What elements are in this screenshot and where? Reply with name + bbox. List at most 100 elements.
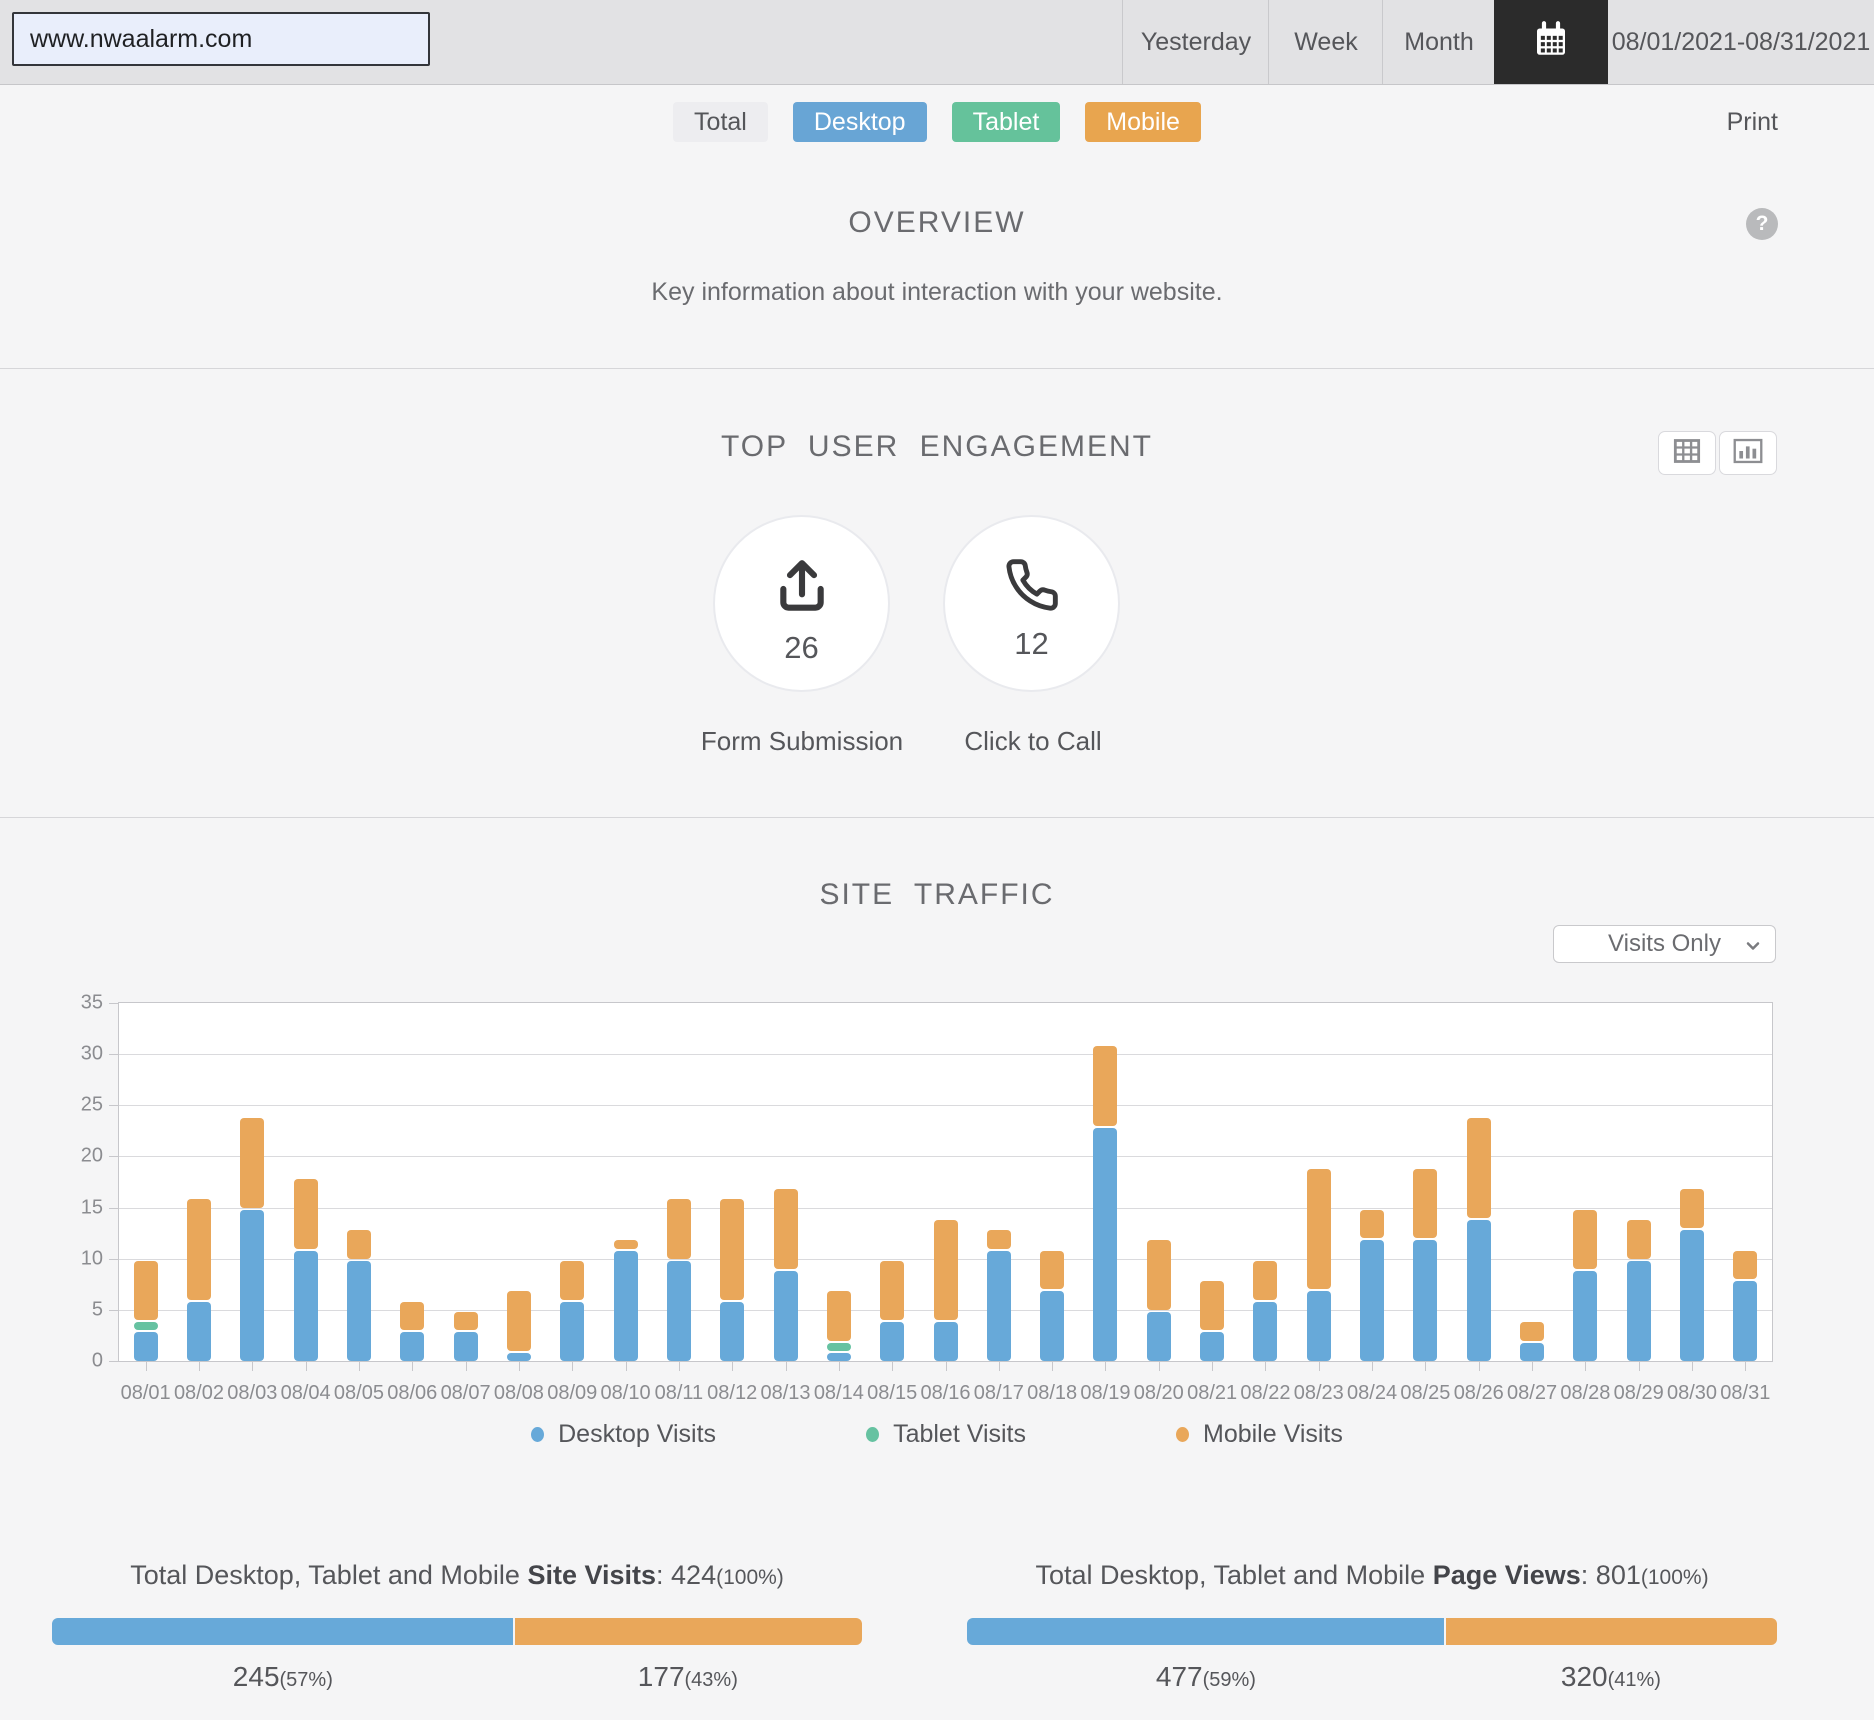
bar-chart-icon bbox=[1733, 438, 1763, 469]
visits-only-label: Visits Only bbox=[1608, 930, 1721, 957]
bar-segment bbox=[1200, 1332, 1225, 1361]
bar-segment bbox=[346, 1260, 371, 1361]
x-axis-tick bbox=[785, 1362, 787, 1371]
bar-segment bbox=[1253, 1260, 1278, 1300]
bar-segment bbox=[1253, 1301, 1278, 1361]
tab-month[interactable]: Month bbox=[1382, 0, 1495, 84]
x-axis-label: 08/27 bbox=[1507, 1382, 1558, 1404]
upload-icon bbox=[770, 553, 834, 622]
x-axis-tick bbox=[1478, 1362, 1480, 1371]
x-axis-label: 08/11 bbox=[654, 1382, 704, 1404]
summary-bar-segment bbox=[1445, 1618, 1777, 1645]
table-view-button[interactable] bbox=[1658, 431, 1716, 475]
bar-segment bbox=[1040, 1250, 1065, 1290]
x-axis-label: 08/15 bbox=[867, 1382, 918, 1404]
bar-segment bbox=[1093, 1045, 1118, 1126]
bar-segment bbox=[1573, 1270, 1598, 1361]
bar-segment bbox=[1306, 1291, 1331, 1361]
phone-icon bbox=[1004, 557, 1060, 618]
x-axis-tick bbox=[1318, 1362, 1320, 1371]
x-axis-tick bbox=[1052, 1362, 1054, 1371]
x-axis-label: 08/14 bbox=[813, 1382, 864, 1404]
x-axis-label: 08/17 bbox=[973, 1382, 1024, 1404]
gridline bbox=[119, 1105, 1772, 1107]
bar-segment bbox=[133, 1332, 158, 1361]
tab-week[interactable]: Week bbox=[1268, 0, 1383, 84]
bar-segment bbox=[1413, 1240, 1438, 1361]
click-to-call-label: Click to Call bbox=[964, 726, 1102, 756]
site-traffic-chart: 0 5 10 15 20 25 30 35 08/01 08/02 08/03 08/04 08/05 0… bbox=[81, 992, 1773, 1404]
overview-title: OVERVIEW bbox=[848, 206, 1026, 239]
calendar-button[interactable] bbox=[1494, 0, 1608, 84]
x-axis-label: 08/05 bbox=[333, 1382, 384, 1404]
bar-segment bbox=[240, 1209, 265, 1361]
y-axis-tick bbox=[109, 1003, 119, 1004]
bar-segment bbox=[1680, 1189, 1705, 1229]
legend-tablet-visits[interactable]: Tablet Visits bbox=[866, 1420, 1026, 1449]
y-axis-label: 10 bbox=[80, 1247, 103, 1270]
x-axis-label: 08/28 bbox=[1560, 1382, 1611, 1404]
x-axis-label: 08/23 bbox=[1293, 1382, 1344, 1404]
bar-segment bbox=[1360, 1240, 1385, 1361]
top-bar: Yesterday Week Month 08/01/2021-08/31/20… bbox=[0, 0, 1874, 85]
bar-segment bbox=[1306, 1168, 1331, 1290]
bar-segment bbox=[826, 1342, 851, 1351]
x-axis-tick bbox=[252, 1362, 254, 1371]
bar-segment bbox=[1573, 1209, 1598, 1269]
x-axis-label: 08/16 bbox=[920, 1382, 971, 1404]
url-input[interactable] bbox=[12, 12, 430, 66]
x-axis-label: 08/30 bbox=[1666, 1382, 1718, 1404]
x-axis-tick bbox=[198, 1362, 200, 1371]
site-visits-summary-bar bbox=[52, 1618, 862, 1645]
x-axis-tick bbox=[358, 1362, 360, 1371]
bar-segment bbox=[1626, 1219, 1651, 1259]
bar-segment bbox=[1520, 1322, 1545, 1341]
bar-segment bbox=[1040, 1291, 1065, 1361]
y-axis-label: 30 bbox=[80, 1042, 103, 1065]
gridline bbox=[119, 1207, 1772, 1209]
bar-segment bbox=[1680, 1230, 1705, 1361]
bar-segment bbox=[1733, 1281, 1758, 1361]
x-axis-label: 08/12 bbox=[707, 1382, 758, 1404]
bar-segment bbox=[1466, 1117, 1491, 1218]
bar-segment bbox=[1626, 1260, 1651, 1361]
visits-only-dropdown[interactable]: Visits Only bbox=[1553, 925, 1776, 963]
click-to-call-value: 12 bbox=[1014, 626, 1049, 661]
x-axis-tick bbox=[1638, 1362, 1640, 1371]
bar-segment bbox=[773, 1270, 798, 1361]
gridline bbox=[119, 1156, 1772, 1158]
bar-segment bbox=[880, 1260, 905, 1321]
tab-yesterday[interactable]: Yesterday bbox=[1122, 0, 1269, 84]
filter-tablet-button[interactable]: Tablet bbox=[951, 102, 1061, 142]
summary-bar-segment bbox=[52, 1618, 513, 1645]
help-icon[interactable]: ? bbox=[1746, 208, 1778, 240]
print-button[interactable]: Print bbox=[1727, 108, 1778, 137]
x-axis-label: 08/03 bbox=[227, 1382, 278, 1404]
x-axis-label: 08/19 bbox=[1080, 1382, 1131, 1404]
legend-dot-mobile bbox=[1176, 1427, 1189, 1442]
filter-mobile-button[interactable]: Mobile bbox=[1085, 102, 1201, 142]
x-axis-label: 08/25 bbox=[1400, 1382, 1451, 1404]
y-axis-label: 25 bbox=[80, 1093, 103, 1116]
chart-view-button[interactable] bbox=[1719, 431, 1777, 475]
legend-desktop-visits[interactable]: Desktop Visits bbox=[531, 1420, 716, 1449]
x-axis-label: 08/13 bbox=[760, 1382, 811, 1404]
filter-total-button[interactable]: Total bbox=[673, 102, 768, 142]
x-axis-label: 08/07 bbox=[440, 1382, 491, 1404]
y-axis-tick bbox=[109, 1054, 119, 1056]
x-axis-tick bbox=[1745, 1362, 1747, 1371]
y-axis-label: 5 bbox=[91, 1298, 103, 1321]
legend-label: Tablet Visits bbox=[893, 1420, 1026, 1448]
analytics-dashboard: Yesterday Week Month 08/01/2021-08/31/20… bbox=[0, 0, 1874, 1720]
x-axis-label: 08/24 bbox=[1347, 1382, 1398, 1404]
bar-segment bbox=[826, 1352, 851, 1361]
x-axis-tick bbox=[1372, 1362, 1374, 1371]
bar-segment bbox=[560, 1260, 585, 1300]
filter-desktop-button[interactable]: Desktop bbox=[792, 102, 927, 142]
date-range[interactable]: 08/01/2021-08/31/2021 bbox=[1608, 0, 1874, 84]
x-axis-tick bbox=[145, 1362, 147, 1371]
legend-mobile-visits[interactable]: Mobile Visits bbox=[1176, 1420, 1343, 1449]
bar-segment bbox=[346, 1230, 371, 1259]
y-axis-label: 0 bbox=[91, 1349, 103, 1372]
y-axis-tick bbox=[109, 1207, 119, 1209]
